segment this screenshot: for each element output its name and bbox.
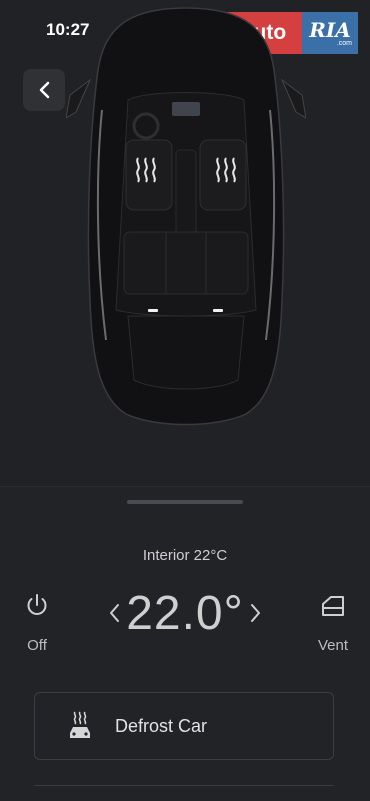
back-icon xyxy=(39,81,50,99)
power-icon xyxy=(27,594,47,615)
temperature-control: 22.0° xyxy=(99,583,271,643)
drag-handle[interactable] xyxy=(127,500,243,504)
defrost-car-button[interactable]: Defrost Car xyxy=(34,692,334,760)
watermark-suffix: .com xyxy=(336,39,352,47)
vent-label: Vent xyxy=(317,637,349,654)
back-button[interactable] xyxy=(23,69,65,111)
defrost-car-icon xyxy=(70,711,90,738)
power-button[interactable] xyxy=(17,592,57,622)
power-label: Off xyxy=(27,637,47,654)
window-vent-icon xyxy=(322,596,344,616)
watermark-ria: RIA xyxy=(309,17,351,42)
car-top-view xyxy=(65,0,307,430)
chevron-left-icon[interactable] xyxy=(108,602,120,624)
chevron-right-icon[interactable] xyxy=(250,602,262,624)
vent-button[interactable] xyxy=(316,594,350,622)
divider xyxy=(34,785,334,786)
interior-temp-label: Interior 22°C xyxy=(142,547,228,564)
target-temperature: 22.0° xyxy=(126,586,244,640)
defrost-label: Defrost Car xyxy=(115,715,208,736)
